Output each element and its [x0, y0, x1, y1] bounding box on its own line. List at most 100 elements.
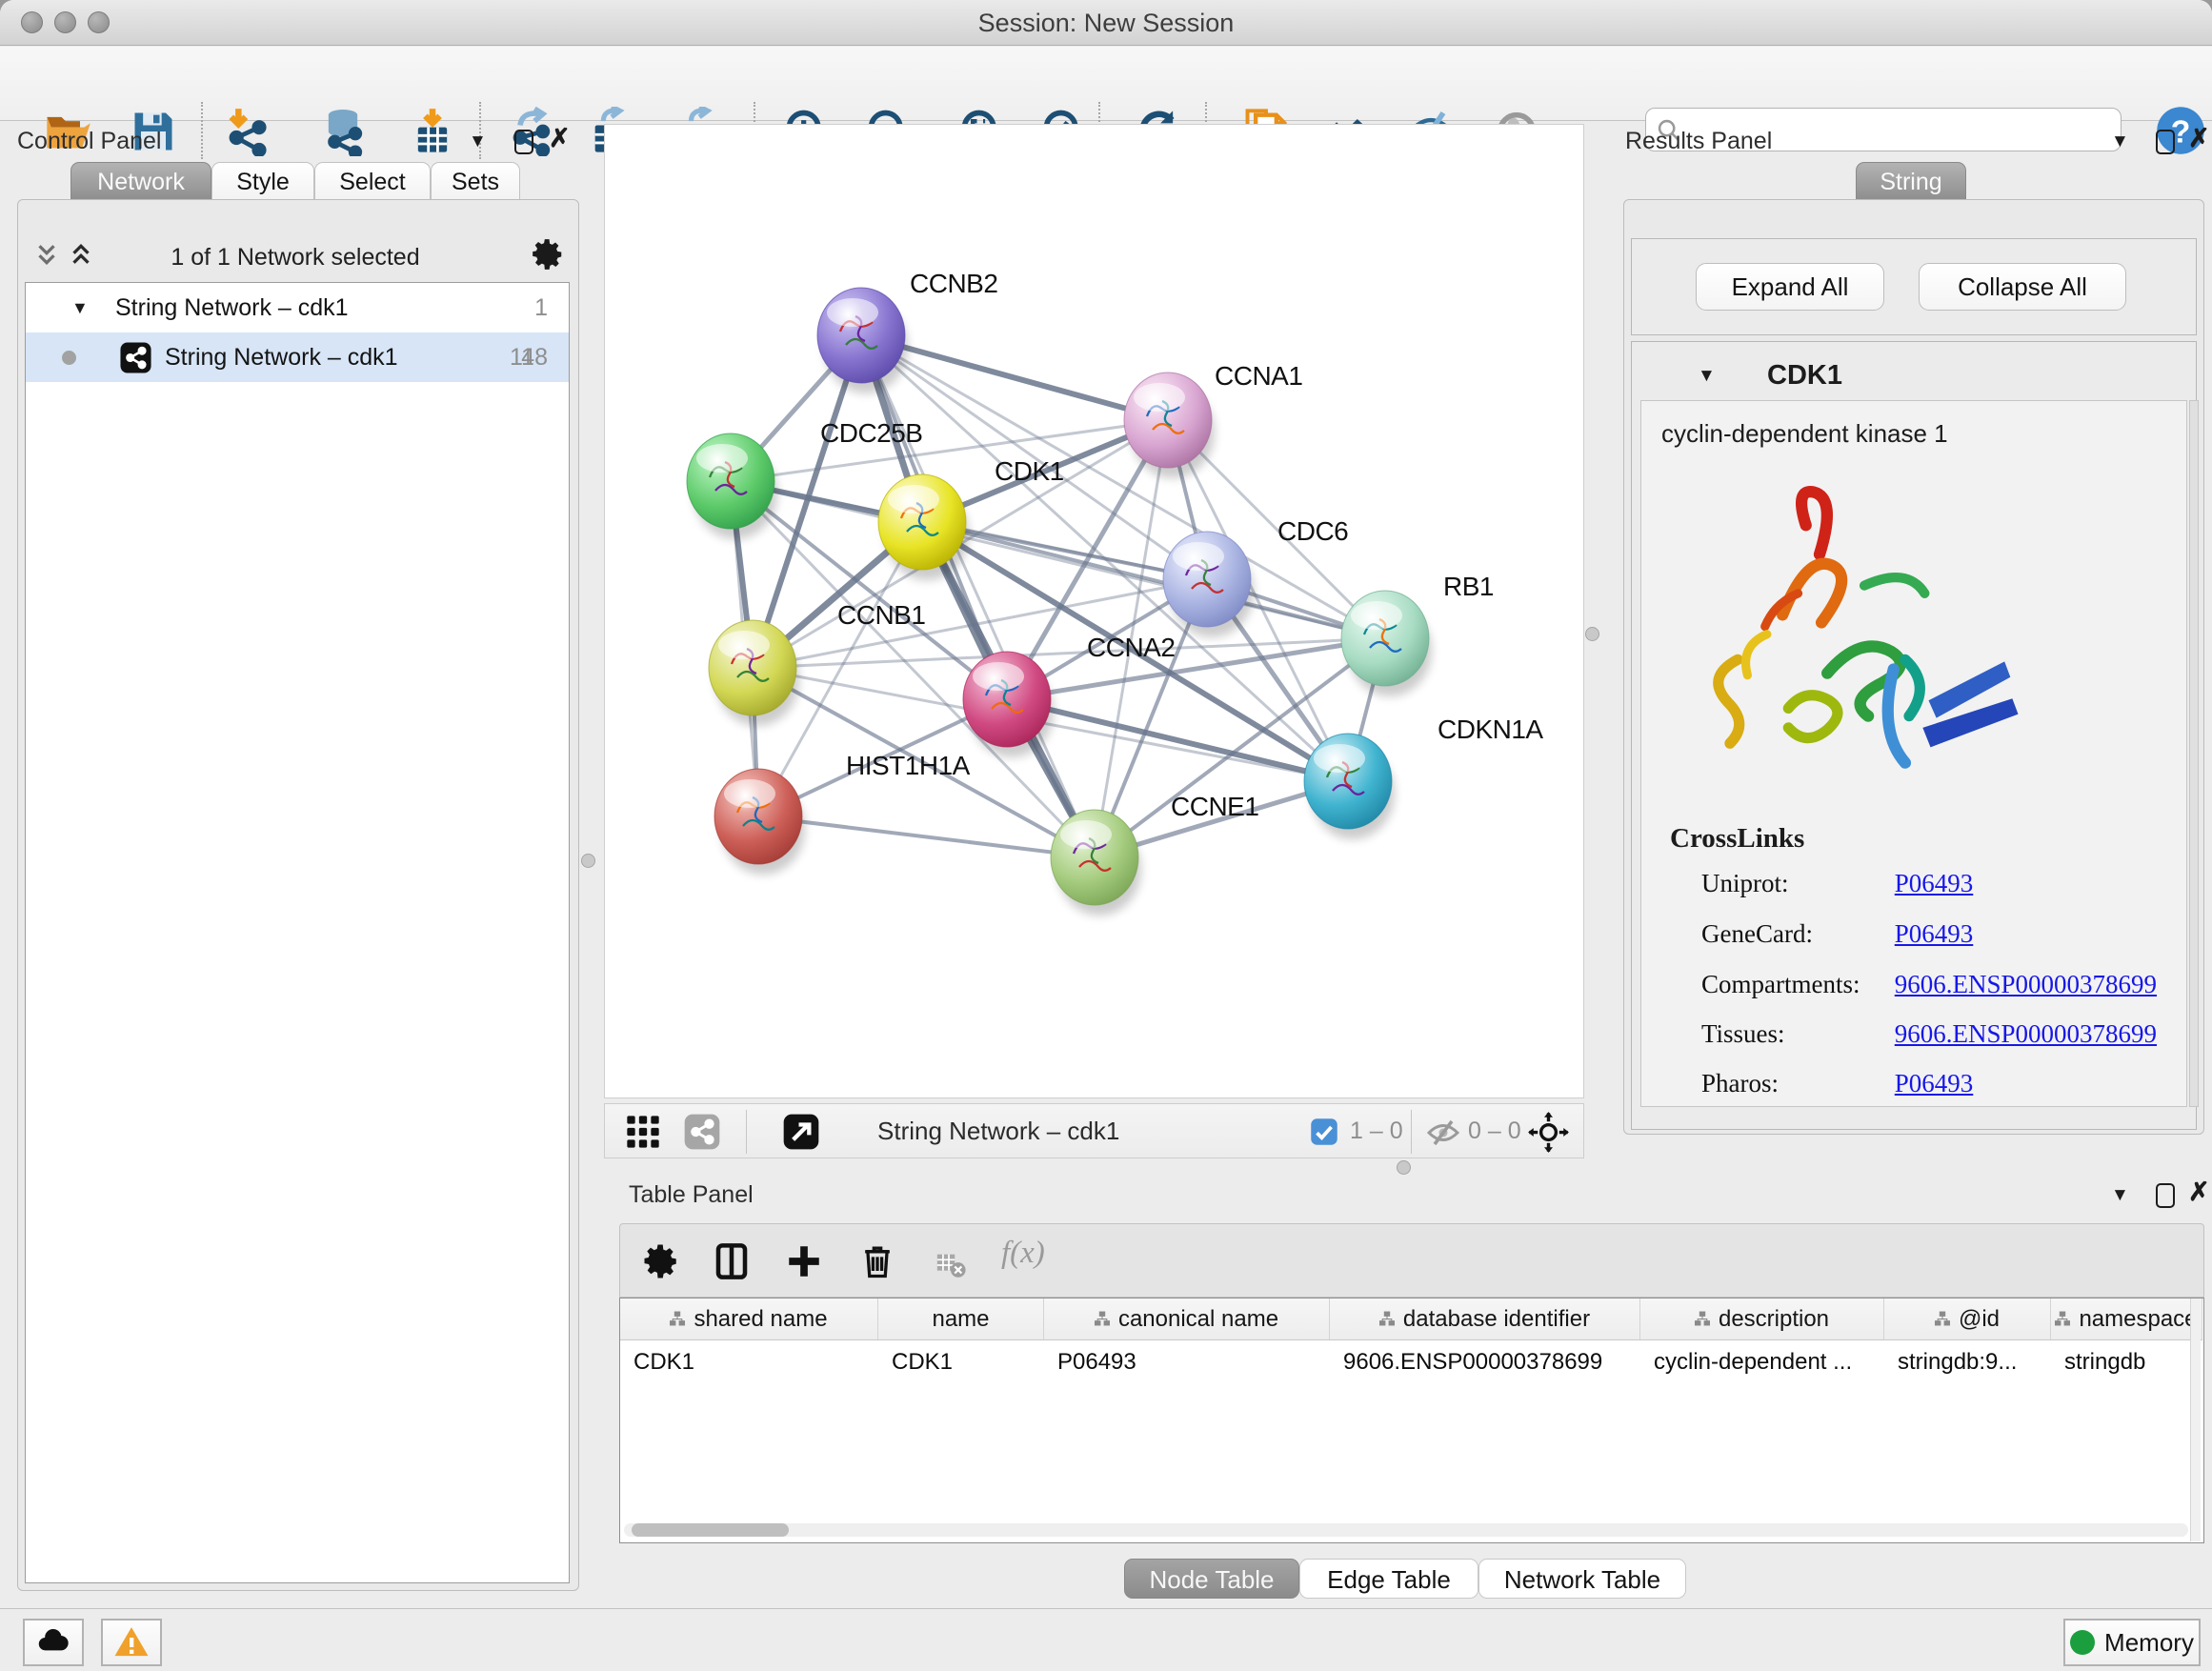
network-node-HIST1H1A[interactable] [714, 769, 805, 875]
column-header--id[interactable]: @id [1884, 1299, 2051, 1339]
create-column-plus-icon[interactable] [784, 1241, 824, 1286]
selected-checkbox-icon[interactable] [1310, 1117, 1338, 1151]
network-node-CCNE1[interactable] [1051, 810, 1141, 916]
network-node-CCNB2[interactable] [817, 288, 908, 393]
memory-status-dot-icon [2070, 1630, 2095, 1655]
results-scrollbar[interactable] [2189, 400, 2199, 1107]
bottom-splitter-handle[interactable] [1397, 1160, 1411, 1175]
table-panel-collapse-icon[interactable]: ▼ [2111, 1185, 2129, 1206]
network-canvas[interactable]: CCNB2CCNA1CDC25BCDK1CDC6RB1CCNB1CCNA2CDK… [605, 125, 1583, 1097]
network-share-icon[interactable] [683, 1113, 721, 1156]
results-panel-close-icon[interactable]: ✗ [2188, 124, 2210, 153]
memory-button[interactable]: Memory [2063, 1619, 2201, 1666]
warnings-button[interactable] [101, 1619, 162, 1666]
network-node-CCNB1[interactable] [709, 620, 799, 726]
results-panel-collapse-icon[interactable]: ▼ [2111, 131, 2129, 152]
control-panel-float-icon[interactable] [514, 130, 533, 154]
network-row-selected[interactable]: String Network – cdk1 11 48 [26, 332, 569, 382]
tab-edge-table[interactable]: Edge Table [1299, 1559, 1478, 1599]
protein-description: cyclin-dependent kinase 1 [1661, 419, 1948, 449]
results-panel-float-icon[interactable] [2156, 130, 2175, 154]
tree-caret-icon[interactable]: ▼ [71, 298, 89, 318]
table-cell[interactable]: CDK1 [878, 1340, 1044, 1384]
table-row[interactable]: CDK1CDK1P064939606.ENSP00000378699cyclin… [620, 1340, 2202, 1384]
tab-network[interactable]: Network [70, 162, 211, 200]
network-view-toolbar: String Network – cdk1 1 – 0 0 – 0 [604, 1103, 1584, 1158]
tab-select[interactable]: Select [314, 162, 431, 200]
column-label: shared name [694, 1306, 827, 1333]
delete-column-trash-icon[interactable] [856, 1239, 898, 1286]
control-panel-close-icon[interactable]: ✗ [549, 124, 571, 153]
column-header-namespace[interactable]: namespace [2051, 1299, 2202, 1339]
status-bar: Memory [0, 1608, 2212, 1671]
crosslink-genecard-link[interactable]: P06493 [1895, 919, 1974, 948]
network-node-CCNA1[interactable] [1124, 372, 1215, 478]
column-header-description[interactable]: description [1640, 1299, 1884, 1339]
column-header-shared-name[interactable]: shared name [620, 1299, 878, 1339]
network-node-CCNA2[interactable] [963, 652, 1054, 757]
open-in-window-icon[interactable] [782, 1113, 820, 1156]
import-table-from-file-icon[interactable] [408, 107, 457, 156]
vertical-scrollbar[interactable] [2190, 1299, 2201, 1541]
expand-all-button[interactable]: Expand All [1696, 263, 1884, 311]
current-network-dot-icon [62, 351, 76, 365]
network-node-CDC6[interactable] [1163, 532, 1254, 637]
network-collection-row[interactable]: ▼ String Network – cdk1 1 [26, 283, 569, 332]
network-view[interactable]: CCNB2CCNA1CDC25BCDK1CDC6RB1CCNB1CCNA2CDK… [604, 124, 1584, 1098]
cloud-status-button[interactable] [23, 1619, 84, 1666]
fit-selected-crosshair-icon[interactable] [1527, 1111, 1570, 1158]
expand-all-networks-icon[interactable] [67, 240, 95, 273]
collapse-all-button[interactable]: Collapse All [1919, 263, 2126, 311]
horizontal-scrollbar-thumb[interactable] [632, 1523, 789, 1537]
tab-node-table[interactable]: Node Table [1124, 1559, 1299, 1599]
horizontal-scrollbar[interactable] [624, 1523, 2188, 1537]
show-columns-icon[interactable] [712, 1241, 752, 1286]
network-options-gear-icon[interactable] [530, 236, 566, 277]
import-network-from-database-icon[interactable] [318, 107, 368, 156]
collapse-all-networks-icon[interactable] [32, 240, 61, 273]
column-header-canonical-name[interactable]: canonical name [1044, 1299, 1330, 1339]
table-cell[interactable]: P06493 [1044, 1340, 1330, 1384]
column-header-database-identifier[interactable]: database identifier [1330, 1299, 1640, 1339]
network-node-CDKN1A[interactable] [1304, 734, 1395, 839]
right-splitter-handle[interactable] [1585, 627, 1599, 641]
table-cell[interactable]: CDK1 [620, 1340, 878, 1384]
warning-icon [112, 1623, 151, 1661]
shared-column-icon [1379, 1306, 1395, 1333]
tab-network-table[interactable]: Network Table [1478, 1559, 1686, 1599]
network-node-CDK1[interactable] [878, 474, 969, 580]
network-node-RB1[interactable] [1341, 591, 1432, 696]
left-splitter-handle[interactable] [581, 854, 595, 868]
shared-column-icon [2055, 1306, 2070, 1333]
node-label-RB1: RB1 [1443, 572, 1494, 601]
birdseye-grid-icon[interactable] [624, 1113, 662, 1156]
import-network-from-file-icon[interactable] [222, 107, 271, 156]
protein-section-caret-icon[interactable]: ▼ [1698, 366, 1716, 387]
control-panel-collapse-icon[interactable]: ▼ [469, 131, 487, 152]
table-settings-gear-icon[interactable] [641, 1241, 681, 1286]
table-cell[interactable]: stringdb [2051, 1340, 2202, 1384]
crosslink-tissues-link[interactable]: 9606.ENSP00000378699 [1895, 1019, 2157, 1048]
crosslink-row: Uniprot: P06493 [1701, 869, 1973, 898]
tab-string-results[interactable]: String [1856, 162, 1966, 200]
table-panel-float-icon[interactable] [2156, 1183, 2175, 1208]
hidden-eye-slash-icon[interactable] [1426, 1116, 1460, 1155]
network-node-CDC25B[interactable] [687, 433, 777, 539]
node-table: shared name namecanonical name database id… [619, 1298, 2204, 1543]
table-cell[interactable]: cyclin-dependent ... [1640, 1340, 1884, 1384]
network-edge[interactable] [731, 420, 1168, 481]
table-panel-close-icon[interactable]: ✗ [2188, 1178, 2210, 1207]
crosslink-compartments-link[interactable]: 9606.ENSP00000378699 [1895, 970, 2157, 998]
table-cell[interactable]: 9606.ENSP00000378699 [1330, 1340, 1640, 1384]
network-edge[interactable] [758, 816, 1095, 857]
column-label: database identifier [1403, 1306, 1590, 1333]
column-header-name[interactable]: name [878, 1299, 1044, 1339]
delete-table-icon [935, 1249, 967, 1286]
crosslink-pharos-link[interactable]: P06493 [1895, 1069, 1974, 1097]
node-label-CCNA2: CCNA2 [1087, 633, 1175, 662]
crosslink-uniprot-link[interactable]: P06493 [1895, 869, 1974, 897]
tab-style[interactable]: Style [211, 162, 314, 200]
crosslink-label: Tissues: [1701, 1019, 1888, 1049]
table-cell[interactable]: stringdb:9... [1884, 1340, 2051, 1384]
tab-sets[interactable]: Sets [431, 162, 520, 200]
